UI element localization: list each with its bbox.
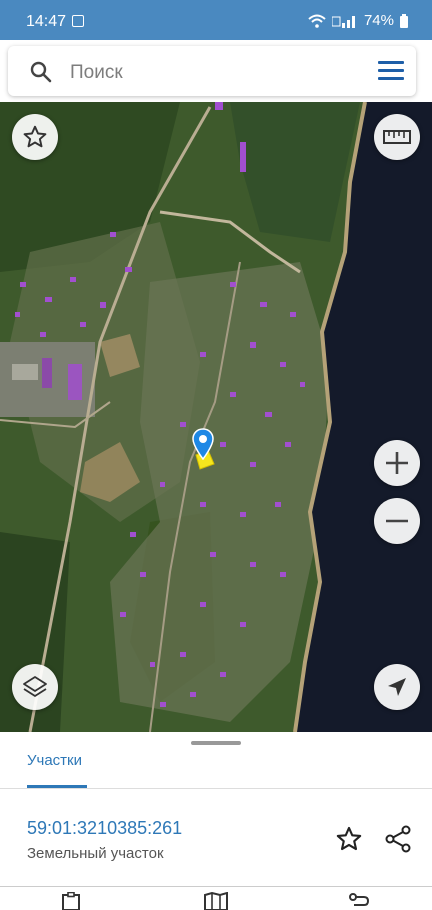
parcel-type: Земельный участок: [27, 845, 164, 862]
signal-icon: [331, 15, 355, 28]
layers-icon: [23, 676, 47, 697]
search-bar[interactable]: Поиск: [8, 46, 416, 96]
status-icons: 74%: [308, 12, 408, 29]
share-icon[interactable]: [384, 825, 412, 853]
battery-percent: 74%: [363, 12, 394, 29]
favorites-button[interactable]: [12, 114, 58, 160]
battery-icon: [400, 13, 408, 28]
ruler-icon: [383, 130, 411, 144]
route-icon[interactable]: [348, 892, 370, 910]
map-icon[interactable]: [204, 892, 228, 910]
clipboard-icon[interactable]: [60, 892, 82, 910]
zoom-in-button[interactable]: [374, 440, 420, 486]
ruler-button[interactable]: [374, 114, 420, 160]
search-icon[interactable]: [30, 61, 52, 83]
divider: [0, 788, 432, 789]
satellite-map[interactable]: [0, 102, 432, 732]
zoom-out-button[interactable]: [374, 498, 420, 544]
gallery-icon: [72, 15, 84, 27]
bottom-nav-divider: [0, 886, 432, 887]
top-bar: Поиск: [0, 40, 432, 102]
layers-button[interactable]: [12, 664, 58, 710]
search-input[interactable]: Поиск: [70, 62, 123, 84]
my-location-button[interactable]: [374, 664, 420, 710]
plus-icon: [386, 452, 408, 474]
status-bar: 14:47 74%: [0, 0, 432, 40]
star-icon: [23, 125, 47, 148]
parcel-cadastral-number[interactable]: 59:01:3210385:261: [27, 818, 182, 839]
tab-parcels[interactable]: Участки: [27, 752, 82, 769]
navigation-arrow-icon: [388, 678, 406, 696]
favorite-parcel-star-icon[interactable]: [335, 825, 363, 853]
status-time: 14:47: [26, 13, 67, 30]
minus-icon: [386, 519, 408, 523]
menu-icon[interactable]: [378, 61, 404, 81]
parcel-panel: Участки 59:01:3210385:261 Земельный учас…: [0, 732, 432, 910]
wifi-icon: [308, 14, 326, 28]
location-pin-icon[interactable]: [192, 428, 214, 460]
map-imagery[interactable]: [0, 102, 432, 732]
drag-handle[interactable]: [191, 741, 241, 745]
